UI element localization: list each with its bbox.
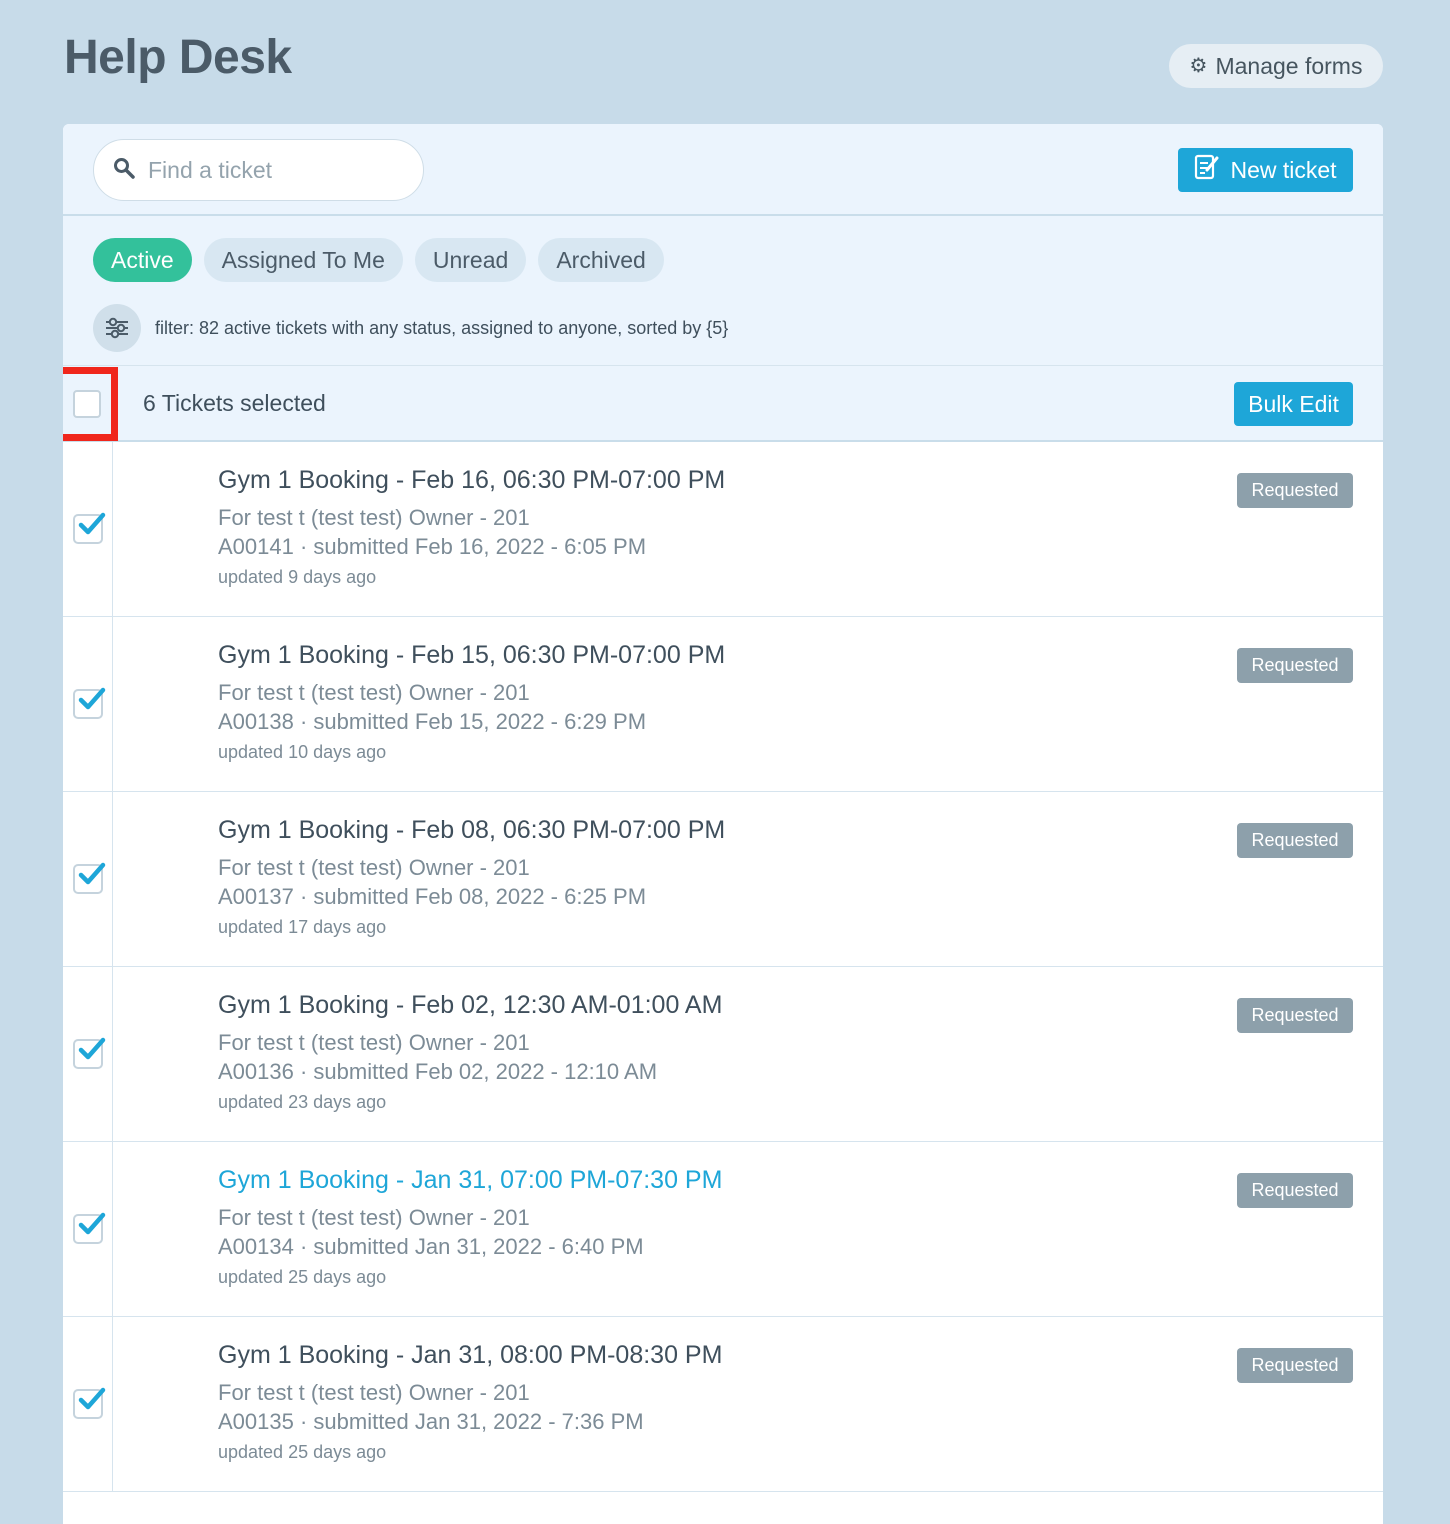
tickets-panel: New ticket Active Assigned To Me Unread … (63, 124, 1383, 1524)
status-badge: Requested (1237, 823, 1353, 858)
ticket-title[interactable]: Gym 1 Booking - Feb 08, 06:30 PM-07:00 P… (218, 816, 725, 845)
tab-active[interactable]: Active (93, 238, 192, 282)
ticket-check-column (63, 967, 113, 1141)
ticket-title[interactable]: Gym 1 Booking - Feb 02, 12:30 AM-01:00 A… (218, 991, 722, 1020)
ticket-list: Gym 1 Booking - Feb 16, 06:30 PM-07:00 P… (63, 442, 1383, 1492)
ticket-info: Gym 1 Booking - Feb 16, 06:30 PM-07:00 P… (218, 466, 725, 588)
search-input[interactable] (148, 156, 398, 184)
ticket-title[interactable]: Gym 1 Booking - Feb 15, 06:30 PM-07:00 P… (218, 641, 725, 670)
filter-summary: filter: 82 active tickets with any statu… (93, 304, 728, 352)
status-tabs: Active Assigned To Me Unread Archived (93, 238, 664, 282)
ticket-submitted: A00135 · submitted Jan 31, 2022 - 7:36 P… (218, 1409, 644, 1434)
ticket-check-column (63, 792, 113, 966)
ticket-updated: updated 25 days ago (218, 1267, 387, 1287)
ticket-row[interactable]: Gym 1 Booking - Feb 15, 06:30 PM-07:00 P… (63, 617, 1383, 792)
ticket-info: Gym 1 Booking - Jan 31, 08:00 PM-08:30 P… (218, 1341, 722, 1463)
ticket-owner: For test t (test test) Owner - 201 (218, 1205, 530, 1230)
bulk-edit-button[interactable]: Bulk Edit (1234, 382, 1353, 426)
ticket-row[interactable]: Gym 1 Booking - Jan 31, 08:00 PM-08:30 P… (63, 1317, 1383, 1492)
ticket-submitted: A00141 · submitted Feb 16, 2022 - 6:05 P… (218, 534, 647, 559)
selected-count: 6 Tickets selected (143, 390, 326, 416)
search-icon (112, 156, 136, 185)
ticket-updated: updated 9 days ago (218, 567, 377, 587)
toolbar: New ticket (63, 124, 1383, 216)
ticket-row[interactable]: Gym 1 Booking - Feb 08, 06:30 PM-07:00 P… (63, 792, 1383, 967)
ticket-info: Gym 1 Booking - Feb 15, 06:30 PM-07:00 P… (218, 641, 725, 763)
ticket-title[interactable]: Gym 1 Booking - Feb 16, 06:30 PM-07:00 P… (218, 466, 725, 495)
ticket-checkbox[interactable] (73, 512, 106, 544)
tab-archived[interactable]: Archived (538, 238, 664, 282)
ticket-row[interactable]: Gym 1 Booking - Jan 31, 07:00 PM-07:30 P… (63, 1142, 1383, 1317)
ticket-updated: updated 23 days ago (218, 1092, 387, 1112)
ticket-updated: updated 10 days ago (218, 742, 387, 762)
status-badge: Requested (1237, 998, 1353, 1033)
ticket-info: Gym 1 Booking - Jan 31, 07:00 PM-07:30 P… (218, 1166, 722, 1288)
ticket-check-column (63, 617, 113, 791)
gear-icon: ⚙ (1189, 55, 1208, 77)
ticket-owner: For test t (test test) Owner - 201 (218, 1030, 530, 1055)
ticket-checkbox[interactable] (73, 1387, 106, 1419)
ticket-updated: updated 25 days ago (218, 1442, 387, 1462)
ticket-checkbox[interactable] (73, 1037, 106, 1069)
ticket-checkbox[interactable] (73, 1212, 106, 1244)
select-all-checkbox[interactable] (73, 390, 101, 418)
manage-forms-button[interactable]: ⚙ Manage forms (1169, 44, 1383, 88)
ticket-info: Gym 1 Booking - Feb 08, 06:30 PM-07:00 P… (218, 816, 725, 938)
ticket-check-column (63, 442, 113, 616)
filter-sliders-icon[interactable] (93, 304, 141, 352)
ticket-title[interactable]: Gym 1 Booking - Jan 31, 08:00 PM-08:30 P… (218, 1341, 722, 1370)
ticket-row[interactable]: Gym 1 Booking - Feb 16, 06:30 PM-07:00 P… (63, 442, 1383, 617)
ticket-owner: For test t (test test) Owner - 201 (218, 680, 530, 705)
new-ticket-icon (1194, 153, 1220, 187)
new-ticket-button[interactable]: New ticket (1178, 148, 1353, 192)
ticket-submitted: A00136 · submitted Feb 02, 2022 - 12:10 … (218, 1059, 658, 1084)
filters-section: Active Assigned To Me Unread Archived fi… (63, 216, 1383, 366)
tab-assigned-to-me[interactable]: Assigned To Me (203, 238, 403, 282)
ticket-owner: For test t (test test) Owner - 201 (218, 505, 530, 530)
ticket-title[interactable]: Gym 1 Booking - Jan 31, 07:00 PM-07:30 P… (218, 1166, 722, 1195)
status-badge: Requested (1237, 648, 1353, 683)
ticket-checkbox[interactable] (73, 687, 106, 719)
ticket-updated: updated 17 days ago (218, 917, 387, 937)
ticket-submitted: A00138 · submitted Feb 15, 2022 - 6:29 P… (218, 709, 647, 734)
tab-unread[interactable]: Unread (414, 238, 527, 282)
search-box[interactable] (93, 139, 424, 201)
new-ticket-label: New ticket (1230, 156, 1337, 183)
ticket-owner: For test t (test test) Owner - 201 (218, 855, 530, 880)
status-badge: Requested (1237, 1348, 1353, 1383)
status-badge: Requested (1237, 473, 1353, 508)
ticket-check-column (63, 1142, 113, 1316)
ticket-check-column (63, 1317, 113, 1491)
ticket-info: Gym 1 Booking - Feb 02, 12:30 AM-01:00 A… (218, 991, 722, 1113)
status-badge: Requested (1237, 1173, 1353, 1208)
ticket-checkbox[interactable] (73, 862, 106, 894)
ticket-submitted: A00134 · submitted Jan 31, 2022 - 6:40 P… (218, 1234, 644, 1259)
selection-bar: 6 Tickets selected Bulk Edit (63, 366, 1383, 442)
ticket-row[interactable]: Gym 1 Booking - Feb 02, 12:30 AM-01:00 A… (63, 967, 1383, 1142)
manage-forms-label: Manage forms (1215, 52, 1363, 79)
ticket-owner: For test t (test test) Owner - 201 (218, 1380, 530, 1405)
ticket-submitted: A00137 · submitted Feb 08, 2022 - 6:25 P… (218, 884, 647, 909)
page-title: Help Desk (64, 31, 292, 84)
filter-text: filter: 82 active tickets with any statu… (155, 317, 729, 338)
